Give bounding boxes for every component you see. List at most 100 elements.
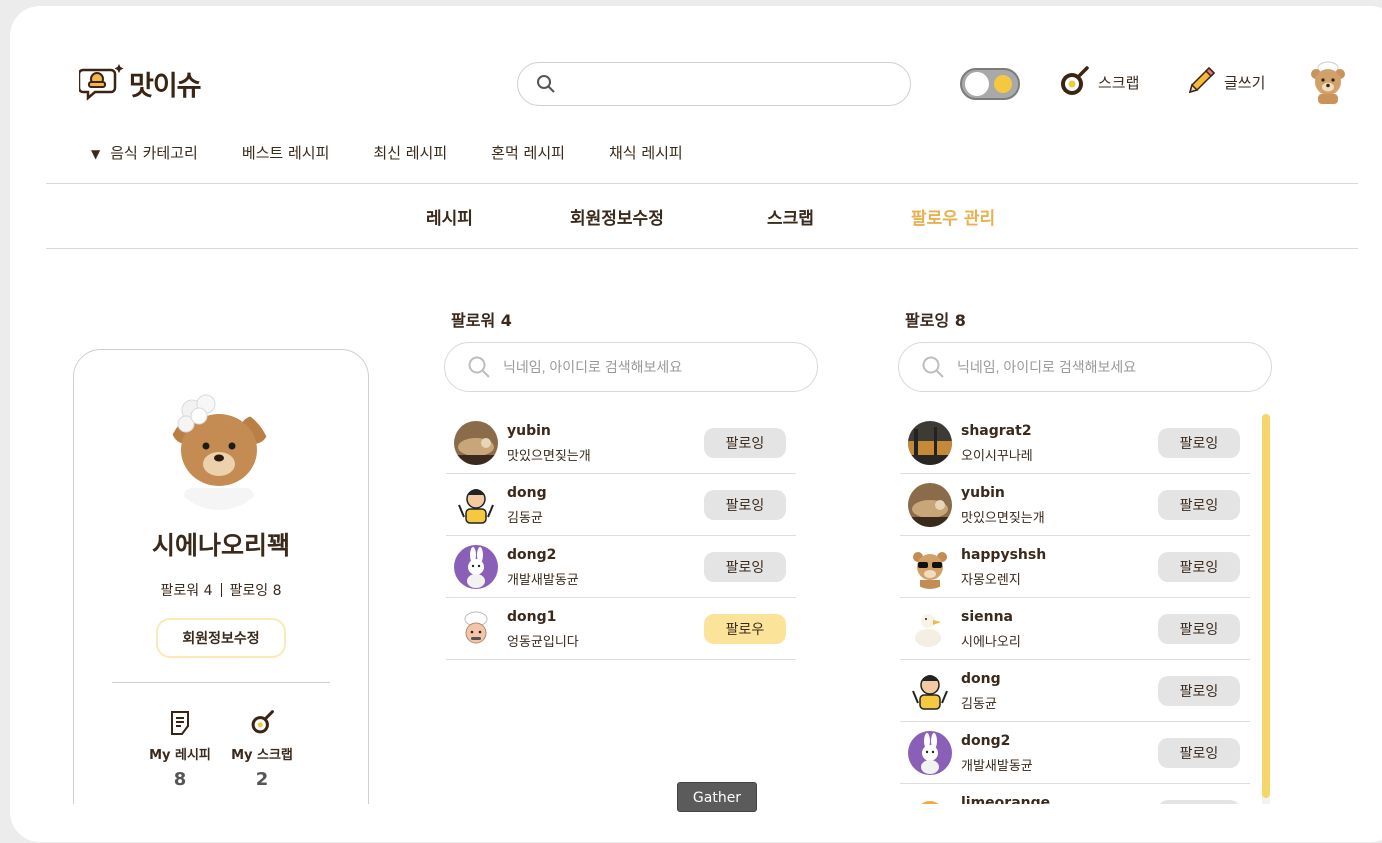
following-count[interactable]: 팔로잉 8 [230, 583, 282, 599]
scrollbar-thumb[interactable] [1262, 414, 1270, 798]
following-button[interactable]: 팔로잉 [704, 428, 786, 458]
search-icon [922, 356, 944, 378]
mypage-tabs: 레시피 회원정보수정 스크랩 팔로우 관리 [46, 204, 1358, 230]
user-id[interactable]: yubin [961, 485, 1005, 501]
nav-item-best[interactable]: 베스트 레시피 [242, 142, 330, 163]
user-avatar[interactable] [454, 545, 498, 589]
category-nav: ▼ 음식 카테고리 베스트 레시피 최신 레시피 혼먹 레시피 채식 레시피 [91, 142, 727, 163]
tab-scrap[interactable]: 스크랩 [767, 204, 814, 229]
logo[interactable]: 맛이슈 [79, 62, 202, 104]
logo-icon [79, 64, 124, 101]
user-avatar[interactable] [1308, 60, 1348, 104]
user-avatar[interactable] [908, 545, 952, 589]
nav-item-new[interactable]: 최신 레시피 [373, 142, 447, 163]
follow-button[interactable]: 팔로우 [704, 614, 786, 644]
divider [112, 682, 330, 683]
logo-text: 맛이슈 [129, 70, 202, 102]
following-button[interactable]: 팔로잉 [1158, 428, 1240, 458]
user-avatar[interactable] [908, 483, 952, 527]
user-id[interactable]: sienna [961, 609, 1013, 625]
user-avatar[interactable] [908, 793, 952, 804]
user-row[interactable]: dong1 엉동균입니다 팔로우 [446, 598, 796, 660]
theme-toggle[interactable] [960, 68, 1020, 100]
user-nickname: 오이시꾸나레 [961, 449, 1033, 464]
following-button[interactable]: 팔로잉 [1158, 738, 1240, 768]
user-nickname: 개발새발동균 [507, 573, 579, 588]
my-recipe-count: 8 [173, 769, 187, 790]
user-nickname: 엉동균입니다 [507, 635, 579, 650]
my-recipe-stat[interactable]: My 레시피 8 [140, 710, 220, 790]
following-button[interactable]: 팔로잉 [1158, 490, 1240, 520]
header-search[interactable] [517, 62, 911, 106]
caret-down-icon: ▼ [91, 147, 101, 161]
followers-search[interactable] [444, 342, 818, 392]
divider [46, 248, 1358, 249]
following-list: shagrat2 오이시꾸나레 팔로잉 yubin 맛있으면짖는개 팔로잉 happyshs… [900, 412, 1250, 804]
my-scrap-count: 2 [255, 769, 269, 790]
user-row[interactable]: yubin 맛있으면짖는개 팔로잉 [446, 412, 796, 474]
search-icon [537, 75, 555, 93]
user-row[interactable]: limeorange 팔로잉 [900, 784, 1250, 804]
user-id[interactable]: limeorange [961, 795, 1050, 804]
tab-edit-profile[interactable]: 회원정보수정 [570, 204, 664, 229]
frying-pan-icon [1061, 66, 1089, 95]
nav-item-vegan[interactable]: 채식 레시피 [609, 142, 683, 163]
following-button[interactable]: 팔로잉 [704, 552, 786, 582]
my-recipe-label: My 레시피 [149, 748, 211, 763]
document-icon [171, 711, 189, 735]
user-row[interactable]: shagrat2 오이시꾸나레 팔로잉 [900, 412, 1250, 474]
user-id[interactable]: shagrat2 [961, 423, 1032, 439]
user-nickname: 자몽오렌지 [961, 573, 1021, 588]
following-button[interactable]: 팔로잉 [1158, 676, 1240, 706]
write-button[interactable]: 글쓰기 [1184, 66, 1265, 98]
user-nickname: 개발새발동균 [961, 759, 1033, 774]
scrap-button[interactable]: 스크랩 [1058, 66, 1139, 98]
following-search[interactable] [898, 342, 1272, 392]
following-button[interactable]: 팔로잉 [1158, 552, 1240, 582]
following-button[interactable]: 팔로잉 [1158, 800, 1240, 804]
pencil-icon [1188, 66, 1216, 94]
user-avatar[interactable] [908, 731, 952, 775]
user-nickname: 맛있으면짖는개 [507, 449, 591, 464]
user-row[interactable]: happyshsh 자몽오렌지 팔로잉 [900, 536, 1250, 598]
user-avatar[interactable] [908, 607, 952, 651]
follower-count[interactable]: 팔로워 4 [161, 583, 213, 599]
following-button[interactable]: 팔로잉 [1158, 614, 1240, 644]
toggle-knob [965, 72, 989, 96]
following-search-input[interactable] [957, 359, 1257, 375]
followers-search-input[interactable] [503, 359, 803, 375]
user-avatar[interactable] [908, 669, 952, 713]
my-scrap-stat[interactable]: My 스크랩 2 [222, 710, 302, 790]
user-avatar[interactable] [454, 483, 498, 527]
user-row[interactable]: dong2 개발새발동균 팔로잉 [446, 536, 796, 598]
user-avatar[interactable] [908, 421, 952, 465]
divider [46, 183, 1358, 184]
user-row[interactable]: dong 김동균 팔로잉 [446, 474, 796, 536]
user-avatar[interactable] [454, 607, 498, 651]
user-row[interactable]: yubin 맛있으면짖는개 팔로잉 [900, 474, 1250, 536]
user-id[interactable]: dong2 [507, 547, 556, 563]
user-id[interactable]: yubin [507, 423, 551, 439]
user-nickname: 김동균 [507, 511, 543, 526]
user-row[interactable]: dong 김동균 팔로잉 [900, 660, 1250, 722]
user-id[interactable]: dong [961, 671, 1001, 687]
user-id[interactable]: happyshsh [961, 547, 1046, 563]
user-avatar[interactable] [454, 421, 498, 465]
tooltip: Gather [677, 782, 757, 812]
profile-image [167, 394, 271, 510]
profile-follow-counts: 팔로워 4 팔로잉 8 [74, 580, 368, 600]
following-button[interactable]: 팔로잉 [704, 490, 786, 520]
nav-item-solo[interactable]: 혼먹 레시피 [491, 142, 565, 163]
tab-recipe[interactable]: 레시피 [426, 204, 473, 229]
user-row[interactable]: sienna 시에나오리 팔로잉 [900, 598, 1250, 660]
nav-item-category[interactable]: ▼ 음식 카테고리 [91, 142, 198, 163]
edit-profile-button[interactable]: 회원정보수정 [156, 618, 286, 658]
tab-follow-manage[interactable]: 팔로우 관리 [911, 204, 995, 229]
user-row[interactable]: dong2 개발새발동균 팔로잉 [900, 722, 1250, 784]
followers-list: yubin 맛있으면짖는개 팔로잉 dong 김동균 팔로잉 dong2 개발새발동균 팔로잉 d… [446, 412, 796, 660]
user-id[interactable]: dong2 [961, 733, 1010, 749]
user-id[interactable]: dong1 [507, 609, 556, 625]
user-id[interactable]: dong [507, 485, 547, 501]
header-search-input[interactable] [566, 76, 886, 92]
page: 맛이슈 스크랩 글쓰기 ▼ 음식 카테고리 베스트 레시피 최신 레시피 혼먹 … [46, 44, 1358, 804]
